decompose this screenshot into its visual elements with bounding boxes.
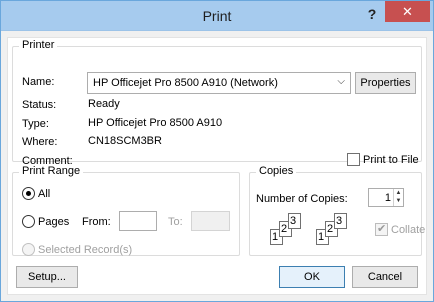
all-radio-label[interactable]: All [38, 188, 50, 200]
number-of-copies-spinner[interactable]: 1 ▲ ▼ [368, 188, 404, 207]
from-label: From: [82, 216, 111, 228]
to-input[interactable] [191, 211, 230, 231]
chevron-down-icon: ⌵ [337, 76, 345, 87]
print-dialog: Print ? ✕ Printer Name: HP Officejet Pro… [0, 0, 434, 302]
close-button[interactable]: ✕ [385, 1, 430, 22]
dialog-body: Printer Name: HP Officejet Pro 8500 A910… [7, 37, 427, 295]
print-to-file-checkbox[interactable] [347, 153, 360, 166]
page-icon-3a: 3 [288, 213, 301, 229]
type-value: HP Officejet Pro 8500 A910 [88, 117, 223, 129]
status-label: Status: [22, 99, 57, 111]
print-range-group: Print Range All Pages From: To: Selected… [12, 165, 240, 256]
collate-checkbox[interactable]: ✔ [375, 223, 388, 236]
where-label: Where: [22, 136, 58, 148]
help-button[interactable]: ? [361, 4, 383, 24]
printer-name-dropdown[interactable]: HP Officejet Pro 8500 A910 (Network) ⌵ [87, 72, 351, 94]
ok-button[interactable]: OK [279, 266, 345, 288]
spin-arrows-icon[interactable]: ▲ ▼ [393, 189, 403, 206]
number-of-copies-label: Number of Copies: [256, 193, 348, 205]
collate-icon: 1 2 3 1 2 3 [270, 213, 390, 253]
pages-radio[interactable] [22, 215, 35, 228]
all-radio[interactable] [22, 187, 35, 200]
number-of-copies-value: 1 [384, 192, 391, 204]
copies-group: Copies Number of Copies: 1 2 3 1 2 3 ✔ C… [249, 165, 425, 256]
type-label: Type: [22, 118, 49, 130]
collate-label[interactable]: Collate [391, 224, 425, 236]
print-range-group-label: Print Range [19, 165, 84, 177]
selected-records-radio[interactable] [22, 243, 35, 256]
print-to-file-label[interactable]: Print to File [363, 154, 419, 166]
printer-group-label: Printer [19, 39, 58, 51]
title-bar: Print ? ✕ [1, 1, 433, 31]
to-label: To: [168, 216, 183, 228]
selected-records-label[interactable]: Selected Record(s) [38, 244, 132, 256]
copies-group-label: Copies [256, 165, 297, 177]
check-icon: ✔ [377, 223, 387, 235]
status-value: Ready [88, 98, 120, 110]
where-value: CN18SCM3BR [88, 135, 162, 147]
name-label: Name: [22, 76, 55, 88]
from-input[interactable] [119, 211, 157, 231]
setup-button[interactable]: Setup... [16, 266, 78, 288]
printer-group: Printer Name: HP Officejet Pro 8500 A910… [12, 39, 422, 167]
printer-name-value: HP Officejet Pro 8500 A910 (Network) [93, 77, 278, 89]
cancel-button[interactable]: Cancel [352, 266, 418, 288]
pages-radio-label[interactable]: Pages [38, 216, 69, 228]
properties-button[interactable]: Properties [355, 72, 416, 94]
page-icon-3b: 3 [334, 213, 347, 229]
